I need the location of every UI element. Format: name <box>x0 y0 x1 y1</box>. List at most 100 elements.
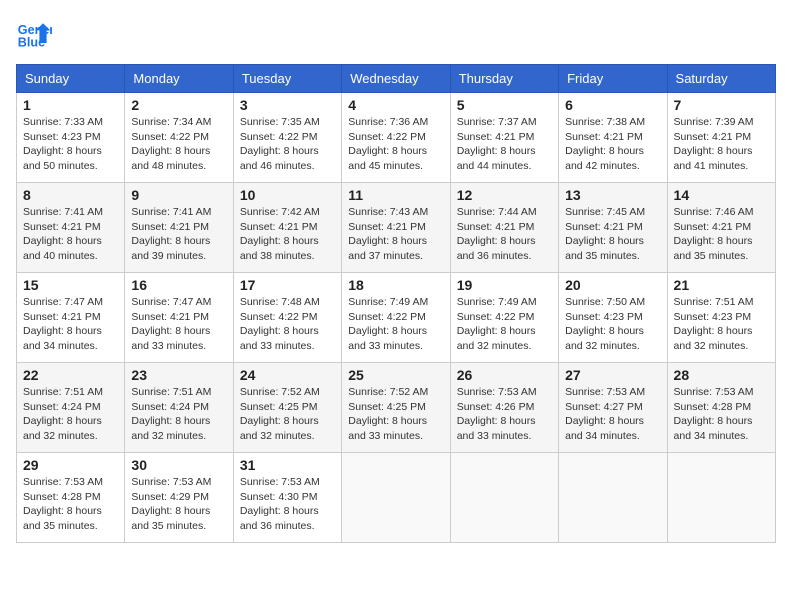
day-cell: 9 Sunrise: 7:41 AM Sunset: 4:21 PM Dayli… <box>125 183 233 273</box>
day-cell: 17 Sunrise: 7:48 AM Sunset: 4:22 PM Dayl… <box>233 273 341 363</box>
day-number: 13 <box>565 187 660 203</box>
day-cell: 29 Sunrise: 7:53 AM Sunset: 4:28 PM Dayl… <box>17 453 125 543</box>
day-number: 10 <box>240 187 335 203</box>
day-cell <box>342 453 450 543</box>
day-number: 4 <box>348 97 443 113</box>
day-number: 26 <box>457 367 552 383</box>
day-cell: 4 Sunrise: 7:36 AM Sunset: 4:22 PM Dayli… <box>342 93 450 183</box>
day-info: Sunrise: 7:42 AM Sunset: 4:21 PM Dayligh… <box>240 205 335 264</box>
day-number: 19 <box>457 277 552 293</box>
day-header-wednesday: Wednesday <box>342 65 450 93</box>
day-header-friday: Friday <box>559 65 667 93</box>
day-info: Sunrise: 7:53 AM Sunset: 4:26 PM Dayligh… <box>457 385 552 444</box>
day-info: Sunrise: 7:47 AM Sunset: 4:21 PM Dayligh… <box>131 295 226 354</box>
day-info: Sunrise: 7:44 AM Sunset: 4:21 PM Dayligh… <box>457 205 552 264</box>
week-row-2: 8 Sunrise: 7:41 AM Sunset: 4:21 PM Dayli… <box>17 183 776 273</box>
day-header-monday: Monday <box>125 65 233 93</box>
day-number: 3 <box>240 97 335 113</box>
day-header-sunday: Sunday <box>17 65 125 93</box>
day-number: 8 <box>23 187 118 203</box>
day-info: Sunrise: 7:45 AM Sunset: 4:21 PM Dayligh… <box>565 205 660 264</box>
day-cell: 30 Sunrise: 7:53 AM Sunset: 4:29 PM Dayl… <box>125 453 233 543</box>
calendar-table: SundayMondayTuesdayWednesdayThursdayFrid… <box>16 64 776 543</box>
day-number: 20 <box>565 277 660 293</box>
day-info: Sunrise: 7:51 AM Sunset: 4:23 PM Dayligh… <box>674 295 769 354</box>
day-number: 25 <box>348 367 443 383</box>
day-cell: 12 Sunrise: 7:44 AM Sunset: 4:21 PM Dayl… <box>450 183 558 273</box>
day-number: 9 <box>131 187 226 203</box>
day-number: 30 <box>131 457 226 473</box>
day-cell: 21 Sunrise: 7:51 AM Sunset: 4:23 PM Dayl… <box>667 273 775 363</box>
day-cell: 23 Sunrise: 7:51 AM Sunset: 4:24 PM Dayl… <box>125 363 233 453</box>
day-cell: 11 Sunrise: 7:43 AM Sunset: 4:21 PM Dayl… <box>342 183 450 273</box>
day-number: 28 <box>674 367 769 383</box>
day-cell: 2 Sunrise: 7:34 AM Sunset: 4:22 PM Dayli… <box>125 93 233 183</box>
day-number: 21 <box>674 277 769 293</box>
day-cell: 19 Sunrise: 7:49 AM Sunset: 4:22 PM Dayl… <box>450 273 558 363</box>
day-info: Sunrise: 7:49 AM Sunset: 4:22 PM Dayligh… <box>457 295 552 354</box>
logo-icon: General Blue <box>16 16 52 52</box>
logo: General Blue <box>16 16 56 52</box>
day-number: 16 <box>131 277 226 293</box>
day-number: 1 <box>23 97 118 113</box>
day-cell: 22 Sunrise: 7:51 AM Sunset: 4:24 PM Dayl… <box>17 363 125 453</box>
week-row-5: 29 Sunrise: 7:53 AM Sunset: 4:28 PM Dayl… <box>17 453 776 543</box>
day-cell: 8 Sunrise: 7:41 AM Sunset: 4:21 PM Dayli… <box>17 183 125 273</box>
day-number: 7 <box>674 97 769 113</box>
day-info: Sunrise: 7:43 AM Sunset: 4:21 PM Dayligh… <box>348 205 443 264</box>
day-cell: 16 Sunrise: 7:47 AM Sunset: 4:21 PM Dayl… <box>125 273 233 363</box>
day-cell: 31 Sunrise: 7:53 AM Sunset: 4:30 PM Dayl… <box>233 453 341 543</box>
day-number: 5 <box>457 97 552 113</box>
day-number: 24 <box>240 367 335 383</box>
day-info: Sunrise: 7:53 AM Sunset: 4:28 PM Dayligh… <box>674 385 769 444</box>
day-cell: 26 Sunrise: 7:53 AM Sunset: 4:26 PM Dayl… <box>450 363 558 453</box>
week-row-4: 22 Sunrise: 7:51 AM Sunset: 4:24 PM Dayl… <box>17 363 776 453</box>
day-number: 2 <box>131 97 226 113</box>
day-info: Sunrise: 7:35 AM Sunset: 4:22 PM Dayligh… <box>240 115 335 174</box>
day-info: Sunrise: 7:53 AM Sunset: 4:30 PM Dayligh… <box>240 475 335 534</box>
day-cell: 13 Sunrise: 7:45 AM Sunset: 4:21 PM Dayl… <box>559 183 667 273</box>
day-header-saturday: Saturday <box>667 65 775 93</box>
day-cell: 3 Sunrise: 7:35 AM Sunset: 4:22 PM Dayli… <box>233 93 341 183</box>
day-info: Sunrise: 7:37 AM Sunset: 4:21 PM Dayligh… <box>457 115 552 174</box>
day-info: Sunrise: 7:53 AM Sunset: 4:27 PM Dayligh… <box>565 385 660 444</box>
day-info: Sunrise: 7:39 AM Sunset: 4:21 PM Dayligh… <box>674 115 769 174</box>
day-info: Sunrise: 7:52 AM Sunset: 4:25 PM Dayligh… <box>240 385 335 444</box>
day-cell: 28 Sunrise: 7:53 AM Sunset: 4:28 PM Dayl… <box>667 363 775 453</box>
day-info: Sunrise: 7:41 AM Sunset: 4:21 PM Dayligh… <box>131 205 226 264</box>
day-number: 6 <box>565 97 660 113</box>
day-cell: 25 Sunrise: 7:52 AM Sunset: 4:25 PM Dayl… <box>342 363 450 453</box>
week-row-1: 1 Sunrise: 7:33 AM Sunset: 4:23 PM Dayli… <box>17 93 776 183</box>
day-info: Sunrise: 7:41 AM Sunset: 4:21 PM Dayligh… <box>23 205 118 264</box>
day-number: 18 <box>348 277 443 293</box>
day-number: 17 <box>240 277 335 293</box>
day-header-thursday: Thursday <box>450 65 558 93</box>
day-info: Sunrise: 7:52 AM Sunset: 4:25 PM Dayligh… <box>348 385 443 444</box>
day-info: Sunrise: 7:33 AM Sunset: 4:23 PM Dayligh… <box>23 115 118 174</box>
day-number: 29 <box>23 457 118 473</box>
day-header-tuesday: Tuesday <box>233 65 341 93</box>
day-cell: 24 Sunrise: 7:52 AM Sunset: 4:25 PM Dayl… <box>233 363 341 453</box>
day-cell: 1 Sunrise: 7:33 AM Sunset: 4:23 PM Dayli… <box>17 93 125 183</box>
day-info: Sunrise: 7:49 AM Sunset: 4:22 PM Dayligh… <box>348 295 443 354</box>
day-number: 11 <box>348 187 443 203</box>
day-number: 12 <box>457 187 552 203</box>
day-number: 14 <box>674 187 769 203</box>
day-info: Sunrise: 7:51 AM Sunset: 4:24 PM Dayligh… <box>23 385 118 444</box>
day-cell: 14 Sunrise: 7:46 AM Sunset: 4:21 PM Dayl… <box>667 183 775 273</box>
day-info: Sunrise: 7:34 AM Sunset: 4:22 PM Dayligh… <box>131 115 226 174</box>
day-cell: 7 Sunrise: 7:39 AM Sunset: 4:21 PM Dayli… <box>667 93 775 183</box>
day-info: Sunrise: 7:53 AM Sunset: 4:29 PM Dayligh… <box>131 475 226 534</box>
day-cell <box>667 453 775 543</box>
week-row-3: 15 Sunrise: 7:47 AM Sunset: 4:21 PM Dayl… <box>17 273 776 363</box>
page-header: General Blue <box>16 16 776 52</box>
day-cell: 6 Sunrise: 7:38 AM Sunset: 4:21 PM Dayli… <box>559 93 667 183</box>
day-number: 27 <box>565 367 660 383</box>
day-number: 31 <box>240 457 335 473</box>
day-number: 23 <box>131 367 226 383</box>
day-cell: 18 Sunrise: 7:49 AM Sunset: 4:22 PM Dayl… <box>342 273 450 363</box>
days-header-row: SundayMondayTuesdayWednesdayThursdayFrid… <box>17 65 776 93</box>
day-info: Sunrise: 7:38 AM Sunset: 4:21 PM Dayligh… <box>565 115 660 174</box>
day-info: Sunrise: 7:36 AM Sunset: 4:22 PM Dayligh… <box>348 115 443 174</box>
day-cell: 5 Sunrise: 7:37 AM Sunset: 4:21 PM Dayli… <box>450 93 558 183</box>
